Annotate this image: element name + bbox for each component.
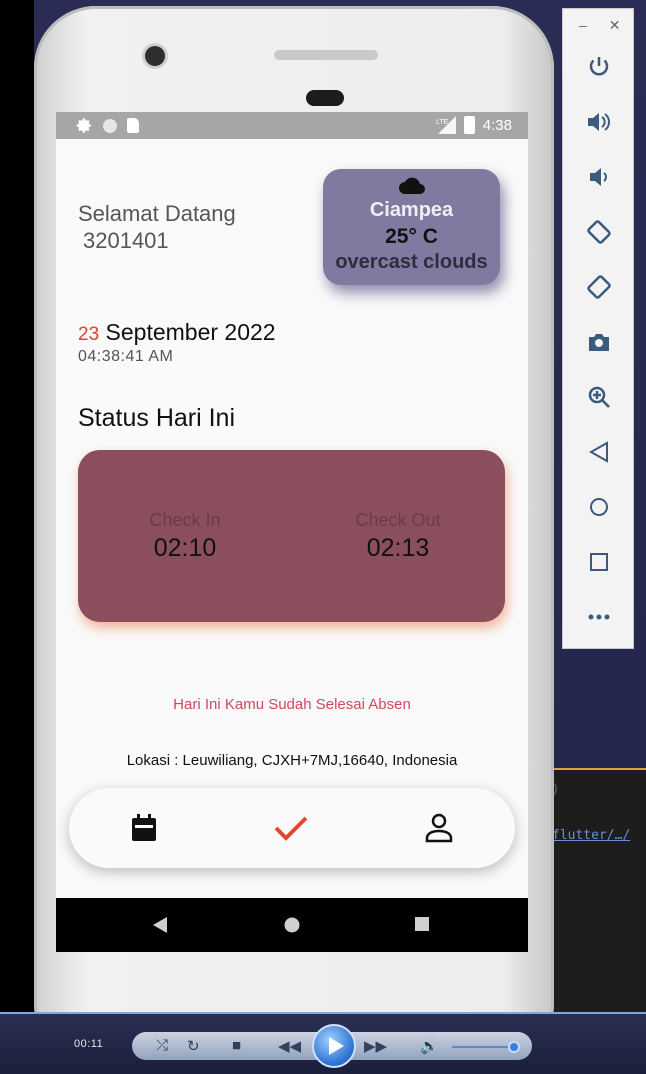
signal-icon: LTE <box>436 116 456 134</box>
check-in-time: 02:10 <box>153 534 217 562</box>
date-day: 23 <box>78 324 100 345</box>
fast-forward-icon[interactable]: ▶▶ <box>364 1037 387 1055</box>
volume-icon[interactable]: 🔊 <box>420 1037 439 1055</box>
weather-card[interactable]: Ciampea 25° C overcast clouds <box>323 169 500 285</box>
play-icon <box>329 1037 344 1055</box>
status-title: Status Hari Ini <box>78 404 236 432</box>
check-icon <box>274 816 308 841</box>
proximity-sensor <box>306 90 344 106</box>
minimize-icon[interactable]: – <box>579 17 587 34</box>
ide-link[interactable]: flutter/…/ <box>552 828 630 843</box>
more-dots-icon <box>588 614 610 620</box>
volume-slider[interactable] <box>452 1046 514 1048</box>
stop-icon[interactable]: ■ <box>232 1037 241 1054</box>
location-text: Lokasi : Leuwiliang, CJXH+7MJ,16640, Ind… <box>126 752 458 769</box>
rotate-left-icon <box>587 220 611 244</box>
volume-up-button[interactable] <box>585 108 613 136</box>
camera-icon <box>589 334 609 351</box>
clock: 4:38 <box>482 116 512 134</box>
bottom-navigation <box>69 788 515 868</box>
check-out-time: 02:13 <box>366 534 430 562</box>
rewind-icon[interactable]: ◀◀ <box>278 1037 301 1055</box>
sync-icon <box>103 118 117 133</box>
power-button[interactable] <box>585 53 613 81</box>
home-circle-icon <box>590 498 608 516</box>
volume-down-button[interactable] <box>585 163 613 191</box>
calendar-icon <box>132 814 156 841</box>
date-month-year: September 2022 <box>105 319 276 345</box>
check-out-column: Check Out 02:13 <box>328 510 468 563</box>
user-id: 3201401 <box>83 228 169 253</box>
overview-square-icon <box>590 553 608 571</box>
cloud-icon <box>399 177 425 194</box>
home-icon[interactable] <box>284 917 300 933</box>
weather-city: Ciampea <box>369 199 454 221</box>
greeting-text: Selamat Datang <box>78 201 236 226</box>
network-label: LTE <box>436 119 449 126</box>
zoom-in-icon <box>588 386 610 408</box>
emu-home-button[interactable] <box>585 493 613 521</box>
person-icon <box>425 813 453 843</box>
nav-attendance-button[interactable] <box>271 808 311 848</box>
left-strip <box>0 0 34 1074</box>
weather-temperature: 25° C <box>385 225 438 248</box>
android-navigation-bar <box>56 898 528 952</box>
battery-icon <box>463 116 475 134</box>
nav-calendar-button[interactable] <box>124 808 164 848</box>
nav-profile-button[interactable] <box>419 808 459 848</box>
volume-down-icon <box>590 168 607 186</box>
volume-up-icon <box>588 113 610 131</box>
power-icon <box>589 57 609 76</box>
settings-gear-icon <box>76 118 91 133</box>
recents-icon[interactable] <box>415 917 429 931</box>
back-icon[interactable] <box>153 917 167 933</box>
repeat-icon[interactable]: ↻ <box>187 1037 200 1055</box>
sd-card-icon <box>127 118 139 133</box>
emu-back-button[interactable] <box>585 438 613 466</box>
ide-console <box>552 770 646 1030</box>
rotate-right-icon <box>587 275 611 299</box>
greeting: Selamat Datang 3201401 <box>78 200 236 254</box>
close-icon[interactable]: ✕ <box>609 17 621 34</box>
current-date: 23 September 2022 <box>78 319 276 346</box>
check-in-column: Check In 02:10 <box>115 510 255 563</box>
shuffle-icon[interactable]: ⤮ <box>156 1037 168 1054</box>
back-triangle-icon <box>589 441 608 463</box>
attendance-status-card: Check In 02:10 Check Out 02:13 <box>78 450 505 622</box>
rotate-right-button[interactable] <box>585 273 613 301</box>
rotate-left-button[interactable] <box>585 218 613 246</box>
current-time: 04:38:41 AM <box>78 348 174 365</box>
phone-screen: LTE 4:38 Selamat Datang 3201401 Ciampea … <box>56 112 528 952</box>
emu-overview-button[interactable] <box>585 548 613 576</box>
player-elapsed-time: 00:11 <box>74 1038 104 1050</box>
check-in-label: Check In <box>149 510 221 530</box>
earpiece-speaker <box>274 50 378 60</box>
more-options-button[interactable] <box>585 603 613 631</box>
emulator-toolbar: – ✕ <box>562 8 634 649</box>
weather-description: overcast clouds <box>335 251 488 273</box>
play-button[interactable] <box>312 1024 356 1068</box>
android-status-bar: LTE 4:38 <box>56 112 528 139</box>
front-camera <box>145 46 165 66</box>
zoom-button[interactable] <box>585 383 613 411</box>
check-out-label: Check Out <box>355 510 441 530</box>
attendance-done-message: Hari Ini Kamu Sudah Selesai Absen <box>173 696 411 713</box>
screenshot-button[interactable] <box>585 328 613 356</box>
volume-knob[interactable] <box>508 1041 520 1053</box>
media-player-bar: 00:11 ⤮ ↻ ■ ◀◀ ▶▶ 🔊 <box>0 1014 646 1074</box>
